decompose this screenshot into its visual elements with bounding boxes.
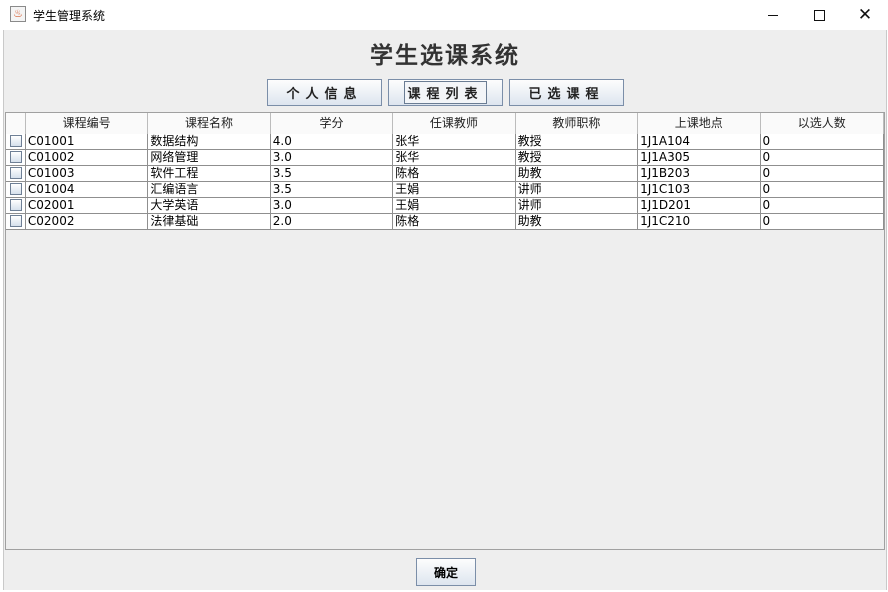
cell-location: 1J1C210 bbox=[638, 214, 761, 230]
cell-credit: 4.0 bbox=[270, 134, 394, 150]
cell-course-code: C01001 bbox=[25, 134, 149, 150]
cell-teacher: 张华 bbox=[393, 134, 516, 150]
cell-enrolled: 0 bbox=[760, 198, 884, 214]
tab-personal-info-label: 个人信息 bbox=[286, 87, 363, 102]
maximize-icon bbox=[813, 9, 825, 21]
cell-credit: 2.0 bbox=[270, 214, 394, 230]
row-select-cell bbox=[6, 198, 26, 214]
table-row[interactable]: C01001 数据结构 4.0 张华 教授 1J1A104 0 bbox=[6, 134, 884, 150]
cell-course-name: 网络管理 bbox=[148, 150, 271, 166]
tab-course-list[interactable]: 课程列表 bbox=[388, 79, 503, 106]
table-row[interactable]: C01002 网络管理 3.0 张华 教授 1J1A305 0 bbox=[6, 150, 884, 166]
table-row[interactable]: C02001 大学英语 3.0 王娟 讲师 1J1D201 0 bbox=[6, 198, 884, 214]
cell-credit: 3.0 bbox=[270, 150, 394, 166]
cell-location: 1J1A104 bbox=[638, 134, 761, 150]
tab-course-list-label: 课程列表 bbox=[404, 81, 487, 104]
row-select-cell bbox=[6, 150, 26, 166]
cell-course-name: 软件工程 bbox=[148, 166, 271, 182]
window-title: 学生管理系统 bbox=[33, 9, 106, 23]
table-row[interactable]: C01003 软件工程 3.5 陈格 助教 1J1B203 0 bbox=[6, 166, 884, 182]
column-header-select[interactable] bbox=[6, 113, 26, 134]
cell-course-code: C02002 bbox=[25, 214, 149, 230]
page-title: 学生选课系统 bbox=[370, 42, 520, 69]
title-bar: ♨ 学生管理系统 ✕ bbox=[0, 0, 888, 30]
column-header-enrolled[interactable]: 以选人数 bbox=[761, 113, 884, 134]
cell-teacher: 张华 bbox=[393, 150, 516, 166]
cell-teacher-title: 助教 bbox=[515, 166, 639, 182]
row-checkbox[interactable] bbox=[10, 151, 22, 163]
java-cup-icon: ♨ bbox=[10, 6, 26, 22]
table-row[interactable]: C01004 汇编语言 3.5 王娟 讲师 1J1C103 0 bbox=[6, 182, 884, 198]
cell-enrolled: 0 bbox=[760, 214, 884, 230]
column-header-teacher[interactable]: 任课教师 bbox=[393, 113, 516, 134]
column-header-location[interactable]: 上课地点 bbox=[638, 113, 761, 134]
cell-location: 1J1A305 bbox=[638, 150, 761, 166]
table-header: 课程编号 课程名称 学分 任课教师 教师职称 上课地点 以选人数 bbox=[6, 113, 884, 135]
cell-teacher: 陈格 bbox=[393, 166, 516, 182]
cell-course-code: C01003 bbox=[25, 166, 149, 182]
column-header-teacher-title[interactable]: 教师职称 bbox=[516, 113, 639, 134]
cell-teacher-title: 教授 bbox=[515, 150, 639, 166]
row-checkbox[interactable] bbox=[10, 215, 22, 227]
cell-credit: 3.5 bbox=[270, 166, 394, 182]
cell-teacher-title: 教授 bbox=[515, 134, 639, 150]
cell-location: 1J1B203 bbox=[638, 166, 761, 182]
cell-course-code: C01004 bbox=[25, 182, 149, 198]
cell-teacher-title: 讲师 bbox=[515, 198, 639, 214]
cell-enrolled: 0 bbox=[760, 134, 884, 150]
cell-credit: 3.5 bbox=[270, 182, 394, 198]
cell-course-name: 数据结构 bbox=[148, 134, 271, 150]
row-checkbox[interactable] bbox=[10, 199, 22, 211]
column-header-course-name[interactable]: 课程名称 bbox=[148, 113, 271, 134]
cell-course-code: C01002 bbox=[25, 150, 149, 166]
close-button[interactable]: ✕ bbox=[842, 0, 888, 30]
row-checkbox[interactable] bbox=[10, 167, 22, 179]
cell-credit: 3.0 bbox=[270, 198, 394, 214]
cell-location: 1J1D201 bbox=[638, 198, 761, 214]
cell-course-name: 大学英语 bbox=[148, 198, 271, 214]
minimize-icon bbox=[768, 14, 778, 16]
maximize-button[interactable] bbox=[796, 0, 842, 30]
minimize-button[interactable] bbox=[750, 0, 796, 30]
cell-location: 1J1C103 bbox=[638, 182, 761, 198]
row-select-cell bbox=[6, 166, 26, 182]
table-body: C01001 数据结构 4.0 张华 教授 1J1A104 0 C01002 网… bbox=[6, 134, 884, 230]
cell-enrolled: 0 bbox=[760, 182, 884, 198]
row-checkbox[interactable] bbox=[10, 183, 22, 195]
cell-teacher: 王娟 bbox=[393, 182, 516, 198]
course-table: 课程编号 课程名称 学分 任课教师 教师职称 上课地点 以选人数 C01001 … bbox=[5, 112, 885, 550]
cell-enrolled: 0 bbox=[760, 166, 884, 182]
tab-personal-info[interactable]: 个人信息 bbox=[267, 79, 382, 106]
cell-teacher: 陈格 bbox=[393, 214, 516, 230]
table-row[interactable]: C02002 法律基础 2.0 陈格 助教 1J1C210 0 bbox=[6, 214, 884, 230]
cell-course-name: 汇编语言 bbox=[148, 182, 271, 198]
row-select-cell bbox=[6, 134, 26, 150]
column-header-course-code[interactable]: 课程编号 bbox=[26, 113, 149, 134]
row-checkbox[interactable] bbox=[10, 135, 22, 147]
cell-teacher-title: 讲师 bbox=[515, 182, 639, 198]
cell-course-name: 法律基础 bbox=[148, 214, 271, 230]
main-panel: 学生选课系统 个人信息 课程列表 已选课程 课程编号 课程名称 学分 任课教师 … bbox=[3, 30, 887, 590]
close-icon: ✕ bbox=[857, 4, 873, 25]
row-select-cell bbox=[6, 182, 26, 198]
cell-teacher-title: 助教 bbox=[515, 214, 639, 230]
cell-course-code: C02001 bbox=[25, 198, 149, 214]
row-select-cell bbox=[6, 214, 26, 230]
cell-teacher: 王娟 bbox=[393, 198, 516, 214]
tab-selected-courses-label: 已选课程 bbox=[528, 87, 605, 102]
confirm-button[interactable]: 确定 bbox=[416, 558, 476, 586]
cell-enrolled: 0 bbox=[760, 150, 884, 166]
tab-selected-courses[interactable]: 已选课程 bbox=[509, 79, 624, 106]
column-header-credit[interactable]: 学分 bbox=[271, 113, 394, 134]
